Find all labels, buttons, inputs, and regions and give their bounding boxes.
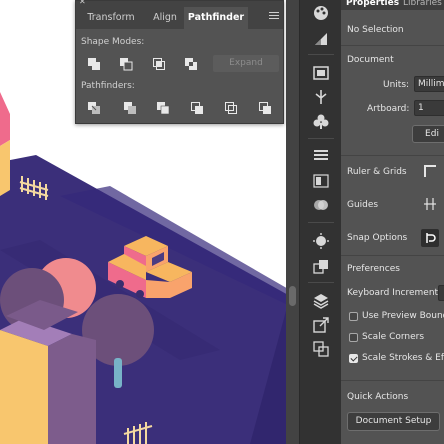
toolbar-separator bbox=[308, 138, 334, 139]
section-divider bbox=[341, 255, 444, 256]
gradient-panel-icon[interactable] bbox=[310, 170, 332, 192]
selection-status: No Selection bbox=[347, 25, 404, 35]
keyboard-increment-input[interactable] bbox=[438, 285, 444, 301]
ruler-grids-label: Ruler & Grids bbox=[347, 167, 407, 177]
minus-front-icon[interactable] bbox=[119, 57, 133, 71]
scale-strokes-checkbox[interactable] bbox=[349, 354, 358, 363]
tab-align[interactable]: Align bbox=[146, 7, 184, 29]
asset-export-icon[interactable] bbox=[310, 338, 332, 360]
building-front bbox=[0, 330, 48, 444]
snap-options-label: Snap Options bbox=[347, 233, 408, 243]
section-divider bbox=[341, 45, 444, 46]
appearance-icon[interactable] bbox=[310, 230, 332, 252]
preferences-heading: Preferences bbox=[347, 264, 400, 274]
tab-pathfinder[interactable]: Pathfinder bbox=[184, 7, 248, 29]
outline-icon[interactable] bbox=[224, 101, 238, 115]
snap-to-point-icon[interactable] bbox=[421, 229, 439, 247]
quick-actions-heading: Quick Actions bbox=[347, 392, 409, 402]
use-preview-bounds-label: Use Preview Bounds bbox=[362, 311, 444, 321]
gradient-icon[interactable] bbox=[310, 28, 332, 50]
transparency-icon[interactable] bbox=[310, 194, 332, 216]
toolbar-separator bbox=[308, 222, 334, 223]
edit-artboards-button[interactable]: Edi bbox=[412, 125, 444, 143]
document-setup-button[interactable]: Document Setup bbox=[347, 412, 440, 431]
building-side bbox=[48, 334, 96, 444]
artboards-icon[interactable] bbox=[310, 62, 332, 84]
panel-icon-strip bbox=[299, 0, 342, 444]
tower-wall bbox=[0, 140, 10, 196]
ruler-icon[interactable] bbox=[423, 164, 437, 178]
car-wheel bbox=[136, 290, 144, 298]
color-palette-icon[interactable] bbox=[310, 2, 332, 24]
canvas-scrollbar[interactable] bbox=[286, 0, 299, 444]
minus-back-icon[interactable] bbox=[258, 101, 272, 115]
expand-button[interactable]: Expand bbox=[213, 55, 279, 72]
tree-trunk bbox=[114, 358, 122, 388]
pathfinder-panel: ✕ Transform Align Pathfinder Shape Modes… bbox=[75, 0, 284, 124]
car-wheel bbox=[116, 280, 124, 288]
unite-icon[interactable] bbox=[87, 57, 101, 71]
symbols-icon[interactable] bbox=[310, 110, 332, 132]
toolbar-separator bbox=[308, 54, 334, 55]
use-preview-bounds-checkbox[interactable] bbox=[349, 312, 358, 321]
tower-roof bbox=[0, 92, 10, 146]
graphic-styles-icon[interactable] bbox=[310, 256, 332, 278]
units-label: Units: bbox=[383, 80, 410, 90]
guides-label: Guides bbox=[347, 200, 379, 210]
tab-transform[interactable]: Transform bbox=[76, 7, 146, 29]
panel-menu-icon[interactable] bbox=[269, 12, 279, 21]
divide-icon[interactable] bbox=[87, 101, 101, 115]
document-heading: Document bbox=[347, 55, 394, 65]
exclude-icon[interactable] bbox=[184, 57, 198, 71]
trim-icon[interactable] bbox=[123, 101, 137, 115]
export-icon[interactable] bbox=[310, 314, 332, 336]
close-icon[interactable]: ✕ bbox=[79, 0, 86, 6]
tab-properties[interactable]: Properties bbox=[346, 0, 399, 8]
section-divider bbox=[341, 155, 444, 156]
shape-modes-label: Shape Modes: bbox=[81, 37, 145, 47]
guides-icon[interactable] bbox=[423, 197, 437, 211]
layers-icon[interactable] bbox=[310, 290, 332, 312]
tab-libraries[interactable]: Libraries bbox=[403, 0, 442, 8]
stroke-icon[interactable] bbox=[310, 144, 332, 166]
intersect-icon[interactable] bbox=[152, 57, 166, 71]
scale-corners-checkbox[interactable] bbox=[349, 333, 358, 342]
merge-icon[interactable] bbox=[156, 101, 170, 115]
toolbar-separator bbox=[308, 282, 334, 283]
puppet-warp-icon[interactable] bbox=[310, 86, 332, 108]
properties-panel: Properties Libraries No Selection Docume… bbox=[341, 0, 444, 444]
section-divider bbox=[341, 380, 444, 381]
keyboard-increment-label: Keyboard Increment: bbox=[347, 288, 442, 298]
scrollbar-thumb[interactable] bbox=[289, 286, 296, 306]
artboard-label: Artboard: bbox=[367, 104, 410, 114]
scale-corners-label: Scale Corners bbox=[362, 332, 425, 342]
pathfinders-label: Pathfinders: bbox=[81, 81, 135, 91]
scale-strokes-label: Scale Strokes & Effects bbox=[362, 353, 444, 363]
artboard-select[interactable]: 1 bbox=[414, 100, 444, 116]
crop-icon[interactable] bbox=[190, 101, 204, 115]
units-select[interactable]: Millim bbox=[414, 76, 444, 92]
